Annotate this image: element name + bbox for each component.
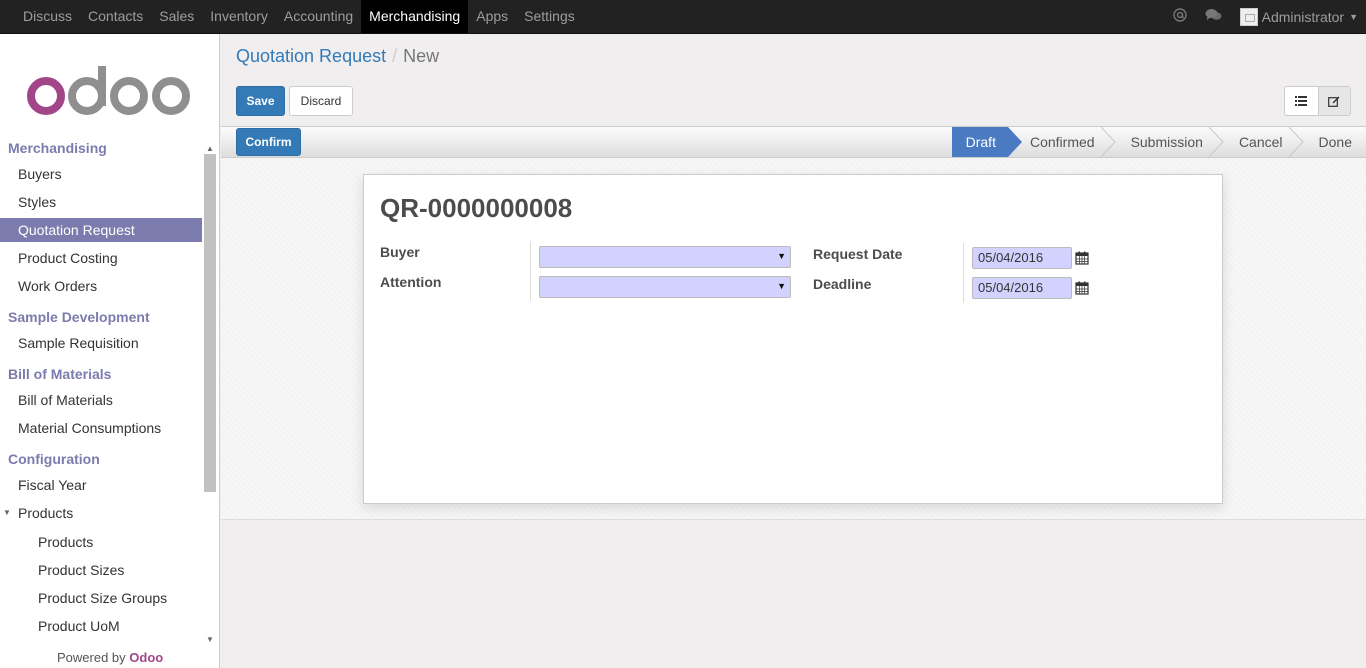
stage-cancel[interactable]: Cancel <box>1217 127 1304 157</box>
app-menu: Discuss Contacts Sales Inventory Account… <box>15 0 583 33</box>
section-bill-of-materials: Bill of Materials <box>8 366 112 382</box>
sidebar-item-bill-of-materials[interactable]: Bill of Materials <box>0 388 202 412</box>
form-sheet: QR-0000000008 Buyer Attention ▼ ▼ Reques… <box>363 174 1223 504</box>
sidebar-item-product-costing[interactable]: Product Costing <box>0 246 202 270</box>
menu-accounting[interactable]: Accounting <box>276 0 361 33</box>
stage-label: Draft <box>965 134 996 150</box>
scroll-up-icon[interactable]: ▲ <box>206 144 214 153</box>
sidebar-item-styles[interactable]: Styles <box>0 190 202 214</box>
scrollbar-thumb[interactable] <box>204 154 216 492</box>
request-date-input[interactable]: 05/04/2016 <box>972 247 1072 269</box>
sidebar-item-products[interactable]: Products <box>0 530 202 554</box>
menu-merchandising[interactable]: Merchandising <box>361 0 469 33</box>
section-sample-development: Sample Development <box>8 309 150 325</box>
stage-pipeline: Draft Confirmed Submission Cancel Done <box>951 127 1366 157</box>
deadline-label: Deadline <box>813 276 872 292</box>
menu-contacts[interactable]: Contacts <box>80 0 151 33</box>
attention-label: Attention <box>380 274 442 290</box>
status-bar: Confirm Draft Confirmed Submission Cance… <box>221 126 1366 158</box>
breadcrumb-current: New <box>403 46 440 66</box>
menu-settings[interactable]: Settings <box>516 0 583 33</box>
user-avatar[interactable] <box>1239 7 1258 26</box>
stage-draft[interactable]: Draft <box>951 127 1023 157</box>
menu-inventory[interactable]: Inventory <box>202 0 276 33</box>
scroll-down-icon[interactable]: ▼ <box>206 635 214 644</box>
dropdown-arrow-icon[interactable]: ▼ <box>777 281 786 291</box>
user-name[interactable]: Administrator <box>1262 9 1344 25</box>
buyer-select[interactable]: ▼ <box>539 246 791 268</box>
sidebar-item-work-orders[interactable]: Work Orders <box>0 274 202 298</box>
list-view-icon[interactable] <box>1285 87 1318 115</box>
breadcrumb-separator: / <box>392 46 398 66</box>
attention-select[interactable]: ▼ <box>539 276 791 298</box>
at-icon[interactable] <box>1172 8 1187 25</box>
systray: Administrator ▼ <box>1172 0 1358 33</box>
sidebar-item-fiscal-year[interactable]: Fiscal Year <box>0 473 202 497</box>
powered-by-brand-link[interactable]: Odoo <box>129 650 163 665</box>
stage-done[interactable]: Done <box>1297 127 1366 157</box>
menu-sales[interactable]: Sales <box>151 0 202 33</box>
field-divider <box>963 243 964 303</box>
sidebar-item-product-size-groups[interactable]: Product Size Groups <box>0 586 202 610</box>
user-menu-caret-icon[interactable]: ▼ <box>1349 12 1358 22</box>
stage-submission[interactable]: Submission <box>1109 127 1224 157</box>
stage-label: Done <box>1318 134 1352 150</box>
sidebar-item-product-uom[interactable]: Product UoM <box>0 614 202 638</box>
request-date-label: Request Date <box>813 246 903 262</box>
breadcrumb: Quotation Request / New <box>236 46 439 67</box>
sidebar-item-sample-requisition[interactable]: Sample Requisition <box>0 331 202 355</box>
document-name: QR-0000000008 <box>380 193 573 223</box>
sidebar-item-quotation-request[interactable]: Quotation Request <box>0 218 202 242</box>
buyer-label: Buyer <box>380 244 420 260</box>
calendar-icon[interactable] <box>1075 251 1089 265</box>
sidebar-item-products-group[interactable]: ▼ Products <box>0 501 202 525</box>
stage-confirmed[interactable]: Confirmed <box>1008 127 1116 157</box>
odoo-logo <box>26 62 196 122</box>
stage-label: Confirmed <box>1029 134 1095 150</box>
section-merchandising: Merchandising <box>8 140 107 156</box>
calendar-icon[interactable] <box>1075 281 1089 295</box>
stage-label: Submission <box>1130 134 1203 150</box>
field-divider <box>530 241 531 301</box>
sidebar: ▲ ▼ Merchandising Buyers Styles Quotatio… <box>0 34 220 668</box>
section-configuration: Configuration <box>8 451 100 467</box>
confirm-button[interactable]: Confirm <box>236 128 301 156</box>
save-button[interactable]: Save <box>236 86 285 116</box>
menu-discuss[interactable]: Discuss <box>15 0 80 33</box>
top-navbar: Discuss Contacts Sales Inventory Account… <box>0 0 1366 34</box>
sidebar-item-material-consumptions[interactable]: Material Consumptions <box>0 416 202 440</box>
form-view-edit-icon[interactable] <box>1317 87 1350 115</box>
deadline-input[interactable]: 05/04/2016 <box>972 277 1072 299</box>
stage-label: Cancel <box>1238 134 1283 150</box>
powered-by-footer: Powered by Odoo <box>57 650 163 665</box>
content-lower-area <box>221 521 1366 668</box>
sidebar-scrollbar[interactable]: ▲ ▼ <box>204 138 216 650</box>
menu-apps[interactable]: Apps <box>468 0 516 33</box>
expand-triangle-icon[interactable]: ▼ <box>3 501 11 525</box>
chat-icon[interactable] <box>1205 8 1222 25</box>
breadcrumb-quotation-request[interactable]: Quotation Request <box>236 46 386 66</box>
view-switcher <box>1284 86 1351 116</box>
powered-by-text: Powered by <box>57 650 126 665</box>
dropdown-arrow-icon[interactable]: ▼ <box>777 251 786 261</box>
sidebar-item-label: Products <box>18 505 74 521</box>
sidebar-item-buyers[interactable]: Buyers <box>0 162 202 186</box>
discard-button[interactable]: Discard <box>289 86 353 116</box>
sidebar-item-product-sizes[interactable]: Product Sizes <box>0 558 202 582</box>
